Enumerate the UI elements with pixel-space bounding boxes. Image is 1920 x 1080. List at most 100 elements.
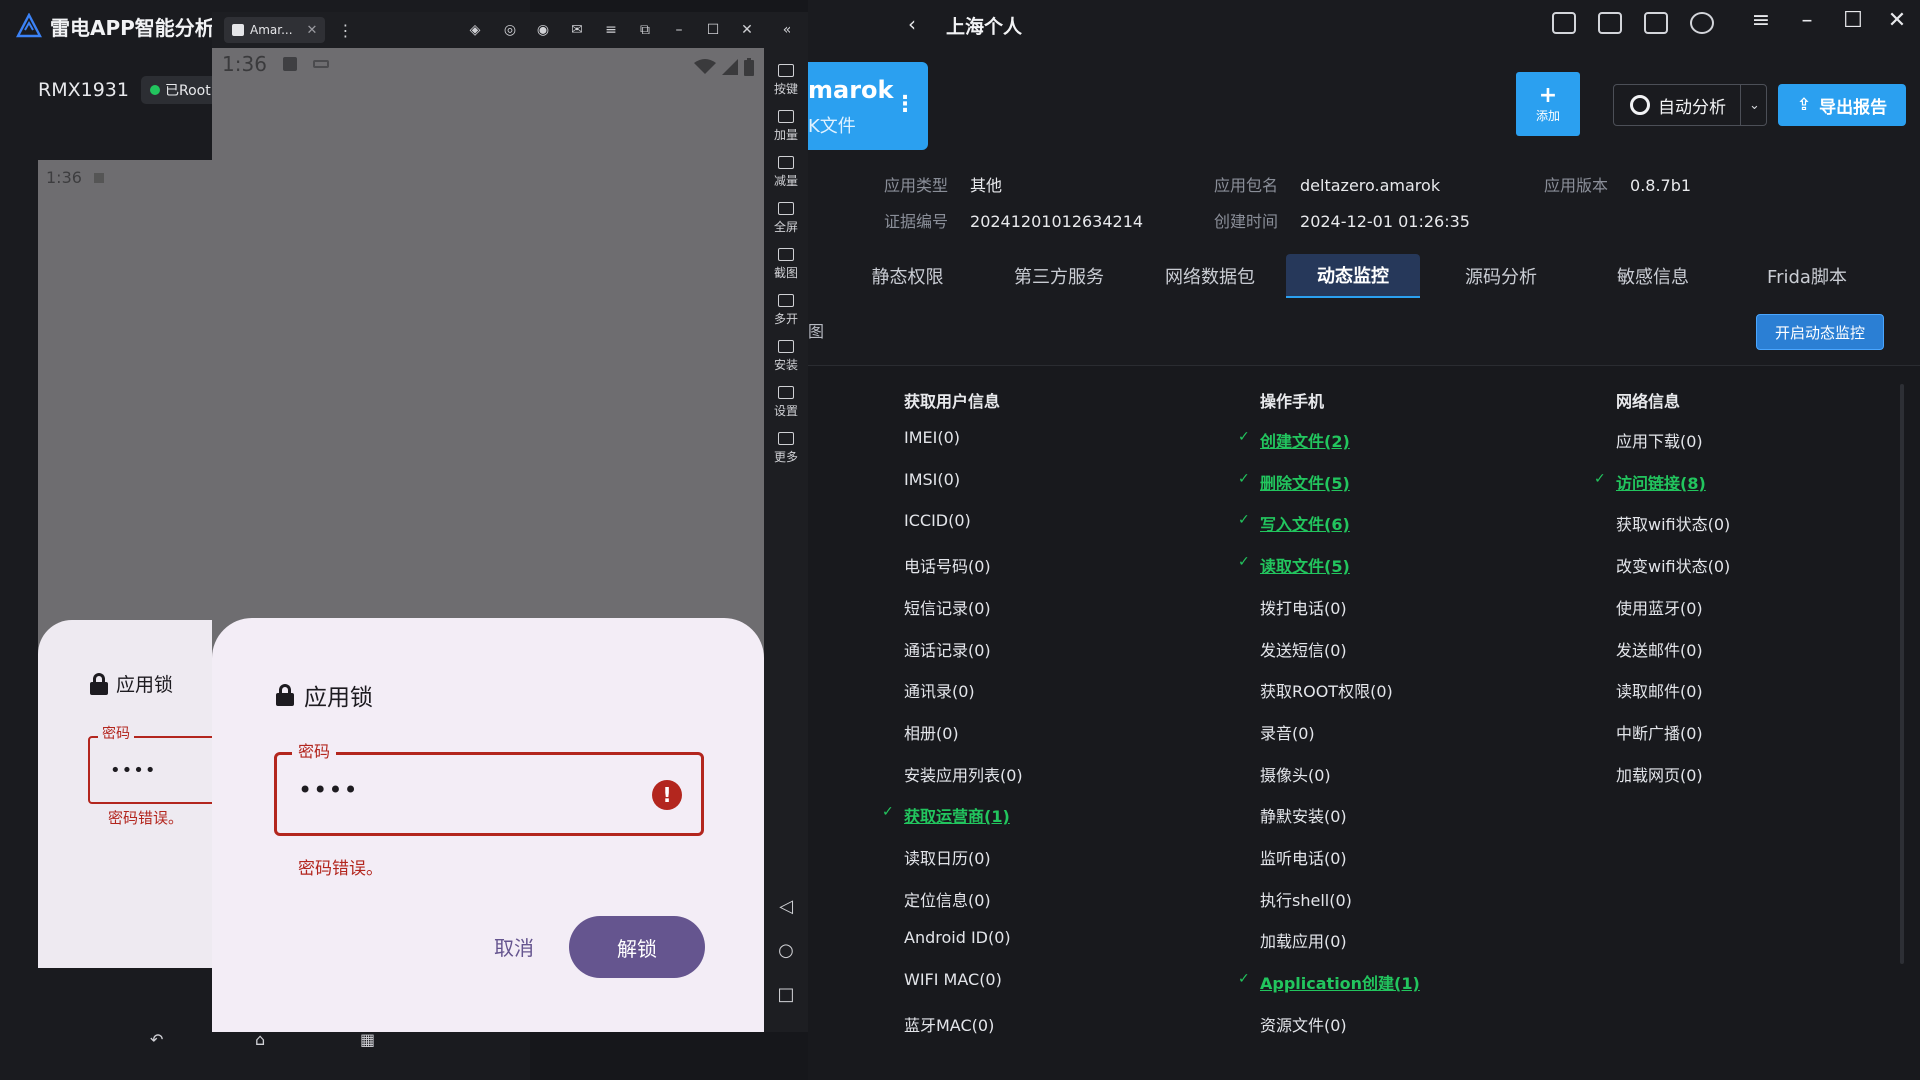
emulator-tabbar: Amar... ✕ ⋮ ◈ ◎ ◉ ✉ ≡ ⧉ – ☐ ✕ « — [212, 12, 808, 48]
gamepad-icon[interactable]: ◎ — [497, 18, 523, 42]
mini-status-bar: 1:36 — [46, 168, 104, 187]
status-dot-icon — [149, 85, 160, 95]
restore-icon[interactable]: ⧉ — [632, 18, 658, 42]
chevron-down-icon[interactable]: ⌄ — [1740, 84, 1768, 126]
tab-source-analysis[interactable]: 源码分析 — [1436, 254, 1566, 298]
tool-volume-up[interactable]: 加量 — [764, 110, 808, 143]
unlock-button[interactable]: 解锁 — [569, 916, 705, 978]
close-icon[interactable]: ✕ — [734, 18, 760, 42]
device-name: RMX1931 — [38, 79, 129, 101]
check-icon: ✓ — [882, 804, 894, 821]
meta-key: 应用类型 — [884, 176, 949, 195]
tab-static-permissions[interactable]: 静态权限 — [850, 254, 965, 298]
monitor-item[interactable]: 删除文件(5) — [1260, 470, 1350, 494]
auto-analysis-label: 自动分析 — [1658, 97, 1726, 118]
check-icon: ✓ — [1238, 429, 1250, 445]
minimize-icon[interactable]: – — [666, 18, 692, 42]
account-icon[interactable]: ◉ — [530, 18, 556, 42]
close-icon[interactable]: ✕ — [1882, 8, 1912, 33]
start-monitor-button[interactable]: 开启动态监控 — [1756, 314, 1884, 350]
monitor-icon[interactable] — [1644, 12, 1668, 34]
monitor-item: Android ID(0) — [904, 928, 1011, 948]
keyboard-icon — [312, 60, 329, 68]
monitor-item[interactable]: 读取文件(5) — [1260, 553, 1350, 577]
maximize-icon[interactable]: ☐ — [700, 18, 726, 42]
meta-value: 20241201012634214 — [970, 212, 1144, 231]
tool-multi-open[interactable]: 多开 — [764, 294, 808, 327]
tool-keymap[interactable]: 按键 — [764, 64, 808, 97]
monitor-item[interactable]: 创建文件(2) — [1260, 428, 1350, 452]
tool-install[interactable]: 安装 — [764, 340, 808, 373]
scrollbar[interactable] — [1900, 384, 1904, 964]
volume-down-icon — [778, 156, 794, 169]
recents-nav-icon[interactable]: ▦ — [360, 1030, 375, 1049]
recents-nav-icon[interactable]: □ — [776, 984, 796, 1005]
monitor-item: 中断广播(0) — [1616, 723, 1703, 743]
monitor-item: 摄像头(0) — [1260, 765, 1331, 785]
tab-network-packets[interactable]: 网络数据包 — [1145, 254, 1275, 298]
home-nav-icon[interactable]: ○ — [776, 940, 796, 961]
gear-icon[interactable] — [1690, 12, 1714, 34]
maximize-icon[interactable]: ☐ — [1838, 8, 1868, 33]
mail-icon[interactable]: ✉ — [564, 18, 590, 42]
back-arrow-icon[interactable]: ‹ — [908, 12, 916, 36]
toolbox-icon[interactable] — [1598, 12, 1622, 34]
monitor-item[interactable]: Application创建(1) — [1260, 970, 1420, 994]
dialog-title-text: 应用锁 — [304, 685, 373, 711]
cancel-button[interactable]: 取消 — [474, 916, 554, 976]
more-vert-icon[interactable]: ⋮ — [337, 21, 353, 40]
menu-icon[interactable]: ≡ — [1746, 8, 1776, 33]
tab-sensitive-info[interactable]: 敏感信息 — [1588, 254, 1718, 298]
ai-icon[interactable] — [1552, 12, 1576, 34]
analysis-panel: ‹ 上海个人 ≡ – ☐ ✕ marok K文件 ⋮ + 添加 自动分析 ⌄ ⇪… — [808, 0, 1920, 1080]
phone-status-right — [694, 58, 754, 76]
wifi-icon — [694, 59, 716, 74]
password-error-text: 密码错误。 — [298, 859, 383, 879]
app-card[interactable]: marok K文件 ⋮ — [808, 62, 928, 150]
tool-label: 全屏 — [773, 220, 798, 234]
minimize-icon[interactable]: – — [1792, 8, 1822, 33]
app-icon — [232, 24, 244, 36]
tool-fullscreen[interactable]: 全屏 — [764, 202, 808, 235]
multi-instance-icon[interactable]: ◈ — [462, 18, 488, 42]
monitor-item[interactable]: 获取运营商(1) — [904, 803, 1010, 827]
monitor-item: 发送邮件(0) — [1616, 640, 1703, 660]
tool-settings[interactable]: 设置 — [764, 386, 808, 419]
password-value[interactable]: •••• — [298, 776, 359, 804]
tool-more[interactable]: 更多 — [764, 432, 808, 465]
more-vert-icon[interactable]: ⋮ — [894, 92, 916, 117]
mini-password-label: 密码 — [98, 723, 134, 743]
tab-dynamic-monitor[interactable]: 动态监控 — [1286, 254, 1420, 298]
collapse-icon[interactable]: « — [774, 18, 800, 42]
back-nav-icon[interactable]: ↶ — [150, 1030, 163, 1049]
add-button[interactable]: + 添加 — [1516, 72, 1580, 136]
scissors-icon — [778, 248, 794, 261]
monitor-item[interactable]: 写入文件(6) — [1260, 511, 1350, 535]
monitor-item: 执行shell(0) — [1260, 890, 1352, 910]
app-card-name: marok — [808, 76, 894, 104]
back-nav-icon[interactable]: ◁ — [776, 896, 796, 917]
home-nav-icon[interactable]: ⌂ — [255, 1030, 265, 1049]
analysis-tabs: 静态权限 第三方服务 网络数据包 动态监控 源码分析 敏感信息 Frida脚本 — [808, 254, 1920, 298]
tool-volume-down[interactable]: 减量 — [764, 156, 808, 189]
emulator-window: Amar... ✕ ⋮ ◈ ◎ ◉ ✉ ≡ ⧉ – ☐ ✕ « 1:36 应用锁 — [212, 12, 808, 1032]
tool-screenshot[interactable]: 截图 — [764, 248, 808, 281]
brand: 雷电APP智能分析 — [16, 10, 215, 42]
close-tab-icon[interactable]: ✕ — [307, 23, 318, 38]
signal-icon — [722, 59, 738, 75]
column-header: 获取用户信息 — [904, 392, 1001, 411]
monitor-item: 发送短信(0) — [1260, 640, 1347, 660]
export-report-button[interactable]: ⇪ 导出报告 — [1778, 84, 1906, 126]
tool-label: 减量 — [773, 174, 798, 188]
emulator-tab[interactable]: Amar... ✕ — [224, 17, 326, 43]
monitor-item: 使用蓝牙(0) — [1616, 598, 1703, 618]
monitor-item: 定位信息(0) — [904, 890, 991, 910]
column-header: 操作手机 — [1260, 392, 1325, 411]
monitor-item[interactable]: 访问链接(8) — [1616, 470, 1706, 494]
menu-icon[interactable]: ≡ — [598, 18, 624, 42]
tab-third-party[interactable]: 第三方服务 — [994, 254, 1124, 298]
app-card-subtitle: K文件 — [808, 116, 856, 137]
tab-frida-script[interactable]: Frida脚本 — [1742, 254, 1872, 298]
page-title: 上海个人 — [946, 16, 1023, 38]
monitor-item: 静默安装(0) — [1260, 807, 1347, 827]
